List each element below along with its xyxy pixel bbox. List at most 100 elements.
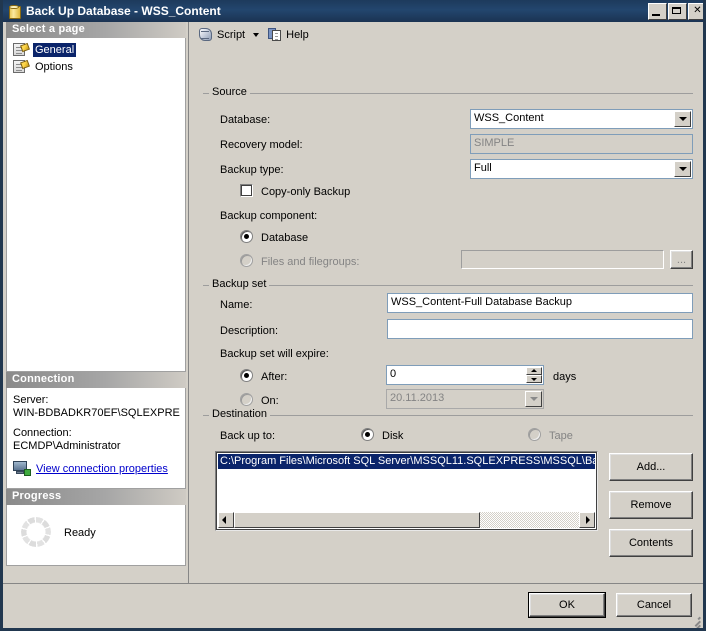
expire-after-days-value: 0	[390, 368, 397, 380]
disk-label: Disk	[382, 430, 404, 442]
connection-panel: Server: WIN-BDBADKR70EF\SQLEXPRE Connect…	[6, 388, 186, 489]
backup-set-group-title: Backup set	[209, 278, 270, 290]
component-files-label: Files and filegroups:	[261, 256, 360, 268]
page-list: General Options	[6, 38, 186, 372]
backup-component-label: Backup component:	[220, 210, 318, 222]
title-bar[interactable]: Back Up Database - WSS_Content ✕	[3, 0, 703, 22]
copy-only-backup-checkbox[interactable]	[240, 184, 253, 197]
expire-after-radio[interactable]	[240, 369, 253, 382]
maximize-button[interactable]	[668, 2, 687, 20]
contents-button[interactable]: Contents	[609, 529, 693, 557]
backup-type-label: Backup type:	[220, 164, 284, 176]
days-label: days	[553, 371, 577, 383]
expire-on-label: On:	[261, 395, 279, 407]
database-value: WSS_Content	[474, 112, 544, 124]
server-value: WIN-BDBADKR70EF\SQLEXPRE	[13, 407, 180, 419]
scroll-thumb[interactable]	[234, 512, 480, 528]
progress-spinner-icon	[21, 517, 51, 547]
backup-description-input[interactable]	[387, 319, 693, 339]
recovery-model-value: SIMPLE	[474, 137, 515, 149]
page-general-icon	[13, 42, 30, 57]
cancel-button[interactable]: Cancel	[616, 593, 692, 617]
add-button[interactable]: Add...	[609, 453, 693, 481]
list-item[interactable]: C:\Program Files\Microsoft SQL Server\MS…	[218, 454, 595, 469]
progress-status: Ready	[64, 527, 96, 539]
tape-label: Tape	[549, 430, 573, 442]
backup-database-dialog: Back Up Database - WSS_Content ✕ Select …	[0, 0, 706, 631]
ok-button[interactable]: OK	[528, 592, 606, 618]
files-filegroups-field	[461, 250, 664, 269]
scroll-right-icon[interactable]	[579, 512, 595, 528]
recovery-model-field: SIMPLE	[470, 134, 693, 154]
files-browse-label: ...	[676, 253, 687, 266]
page-options-icon	[13, 59, 30, 74]
progress-header: Progress	[6, 489, 186, 505]
footer-bar: OK Cancel	[3, 583, 703, 628]
backup-name-label: Name:	[220, 299, 253, 311]
expire-on-date-combobox: 20.11.2013	[386, 389, 544, 409]
database-label: Database:	[220, 114, 271, 126]
cancel-button-label: Cancel	[636, 599, 672, 611]
spinner-up-icon[interactable]	[526, 367, 542, 375]
left-panel: Select a page General Options Connection…	[6, 22, 186, 587]
script-button-label: Script	[217, 28, 246, 41]
remove-button-label: Remove	[630, 499, 672, 511]
minimize-button[interactable]	[648, 2, 667, 20]
close-button[interactable]: ✕	[688, 2, 703, 20]
expire-after-spinner[interactable]	[526, 367, 542, 383]
files-browse-button: ...	[670, 250, 693, 269]
expire-on-chevron-down-icon	[525, 391, 542, 407]
server-label: Server:	[13, 394, 49, 406]
expire-on-radio[interactable]	[240, 393, 253, 406]
database-cylinder-icon	[7, 4, 21, 19]
help-button-label: Help	[286, 28, 309, 41]
sidebar-item-general[interactable]: General	[11, 41, 185, 58]
backup-description-label: Description:	[220, 325, 279, 337]
toolbar: Script Help	[189, 22, 703, 47]
backup-type-value: Full	[474, 162, 492, 174]
resize-grip[interactable]	[688, 613, 701, 628]
disk-radio[interactable]	[361, 428, 374, 441]
connection-label: Connection:	[13, 427, 72, 439]
component-database-radio[interactable]	[240, 230, 253, 243]
sidebar-item-label: General	[33, 42, 77, 57]
script-chevron-down-icon[interactable]	[253, 32, 260, 37]
component-files-radio	[240, 254, 253, 267]
ok-button-label: OK	[559, 599, 575, 611]
script-icon	[198, 27, 214, 42]
help-icon	[268, 27, 283, 42]
backup-type-combobox[interactable]: Full	[470, 159, 693, 179]
backup-name-value: WSS_Content-Full Database Backup	[391, 296, 572, 308]
destination-hscrollbar[interactable]	[218, 512, 595, 528]
tape-radio	[528, 428, 541, 441]
right-panel: Script Help Source Database: WSS_Content…	[188, 22, 703, 587]
window-title: Back Up Database - WSS_Content	[26, 4, 221, 18]
script-button[interactable]: Script	[195, 25, 248, 45]
content-area: Source Database: WSS_Content Recovery mo…	[189, 47, 703, 587]
spinner-down-icon[interactable]	[526, 375, 542, 383]
recovery-model-label: Recovery model:	[220, 139, 303, 151]
select-a-page-header: Select a page	[6, 22, 186, 38]
close-icon: ✕	[693, 5, 702, 16]
view-connection-properties-link[interactable]: View connection properties	[36, 463, 168, 475]
copy-only-backup-label: Copy-only Backup	[261, 186, 351, 198]
component-database-label: Database	[261, 232, 309, 244]
expire-after-label: After:	[261, 371, 288, 383]
destination-group-title: Destination	[209, 408, 271, 420]
sidebar-item-label: Options	[35, 60, 73, 73]
remove-button[interactable]: Remove	[609, 491, 693, 519]
source-group-title: Source	[209, 86, 250, 98]
destination-list[interactable]: C:\Program Files\Microsoft SQL Server\MS…	[215, 451, 598, 531]
expire-on-date-value: 20.11.2013	[390, 392, 445, 404]
help-button[interactable]: Help	[265, 25, 312, 45]
expire-after-days-input[interactable]: 0	[386, 365, 544, 385]
backup-type-chevron-down-icon[interactable]	[674, 161, 691, 177]
back-up-to-label: Back up to:	[220, 430, 276, 442]
backup-name-input[interactable]: WSS_Content-Full Database Backup	[387, 293, 693, 313]
database-chevron-down-icon[interactable]	[674, 111, 691, 127]
backup-expire-label: Backup set will expire:	[220, 348, 329, 360]
database-combobox[interactable]: WSS_Content	[470, 109, 693, 129]
add-button-label: Add...	[636, 461, 666, 473]
scroll-left-icon[interactable]	[218, 512, 234, 528]
sidebar-item-options[interactable]: Options	[11, 58, 185, 75]
